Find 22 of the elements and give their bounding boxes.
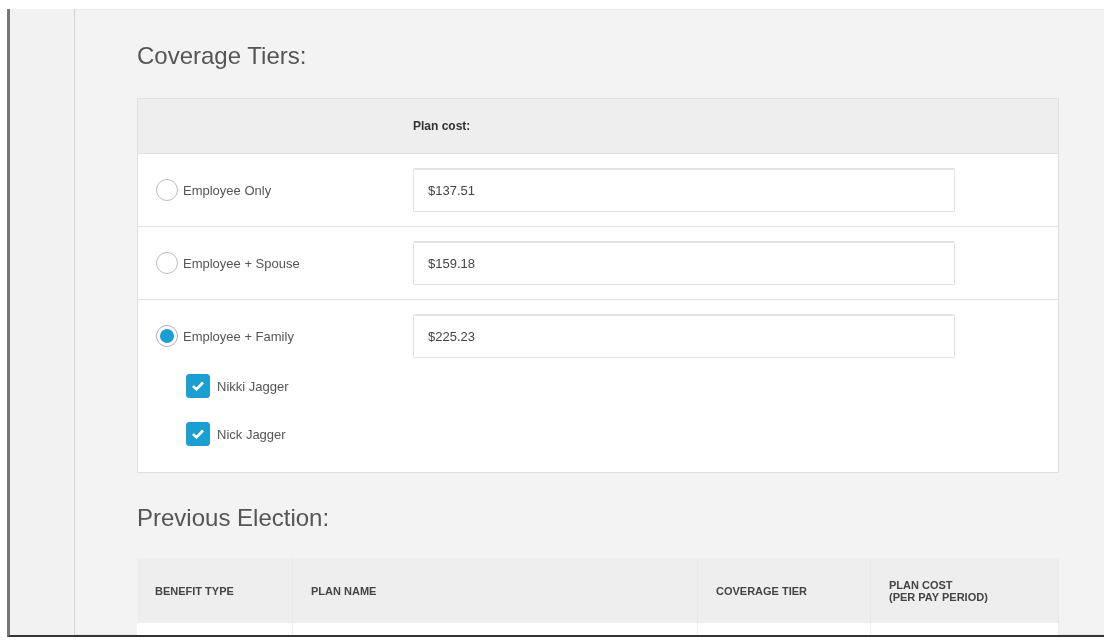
checkbox[interactable] [186,422,210,446]
radio-button[interactable] [156,252,178,274]
section-title: Coverage Tiers: [137,41,308,71]
cost-field[interactable]: $159.18 [413,241,955,285]
column-header: PLAN COST (PER PAY PERIOD) [871,558,1059,623]
cost-field[interactable]: $225.23 [413,314,955,358]
column-header: Plan cost: [413,119,471,133]
radio-button[interactable] [156,179,178,201]
dependent-name: Nikki Jagger [217,378,289,394]
tier-label: Employee + Spouse [183,255,300,271]
radio-button[interactable] [156,325,178,347]
section-title: Previous Election: [137,503,331,533]
tier-label: Employee Only [183,182,272,198]
column-header: PLAN NAME [293,558,698,623]
column-header: COVERAGE TIER [698,558,871,623]
tier-label: Employee + Family [183,328,294,344]
cost-field[interactable]: $137.51 [413,168,955,212]
column-header: BENEFIT TYPE [137,558,293,623]
check-icon [191,428,205,440]
dependent-name: Nick Jagger [217,426,286,442]
checkbox[interactable] [186,374,210,398]
check-icon [191,380,205,392]
